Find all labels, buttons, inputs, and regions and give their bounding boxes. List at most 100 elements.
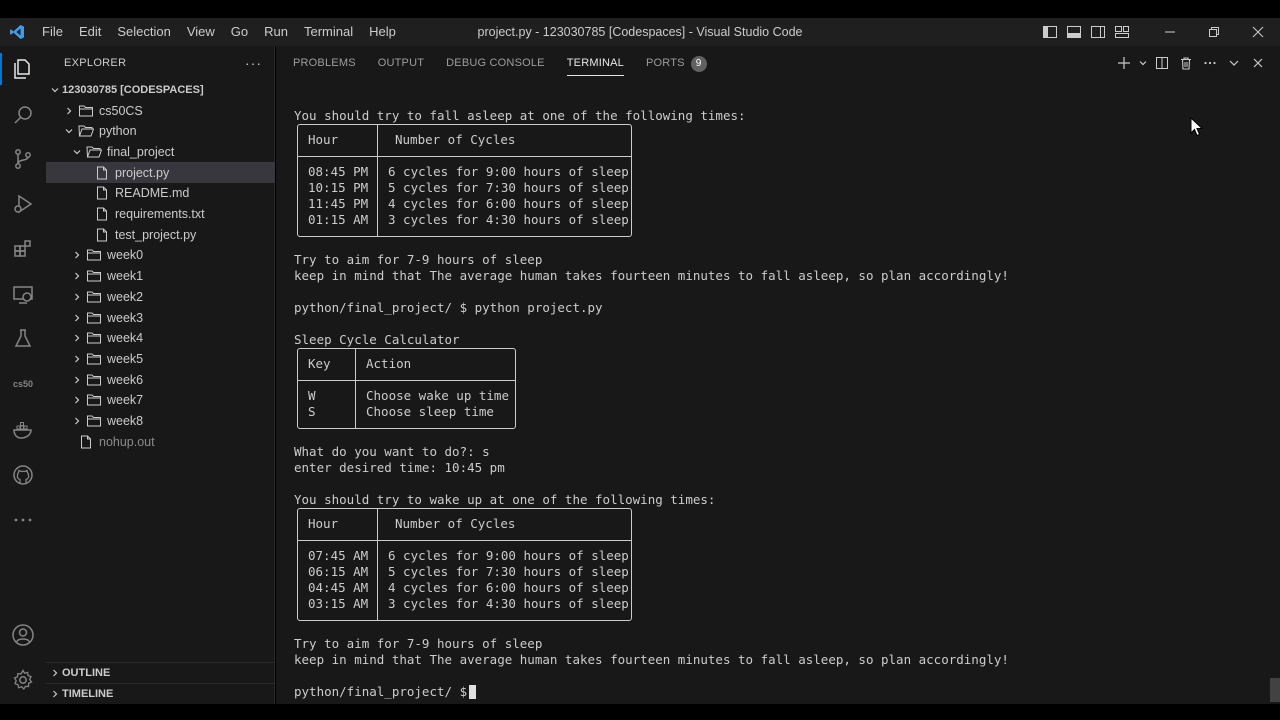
tab-problems[interactable]: PROBLEMS — [282, 46, 367, 80]
table-cell: W — [308, 388, 316, 403]
chevron-right-icon — [70, 369, 84, 390]
table-cell: 04:45 AM — [308, 580, 369, 595]
table-cell: 01:15 AM — [308, 212, 369, 227]
more-actions-icon[interactable] — [1198, 46, 1222, 80]
folder-icon — [86, 247, 102, 263]
file-item[interactable]: requirements.txt — [46, 204, 275, 225]
file-icon — [94, 165, 110, 181]
explorer-icon[interactable] — [0, 49, 46, 89]
tree-item-label: nohup.out — [99, 434, 155, 449]
search-icon[interactable] — [0, 95, 46, 135]
file-item[interactable]: README.md — [46, 183, 275, 204]
menu-file[interactable]: File — [34, 18, 71, 46]
source-control-icon[interactable] — [0, 139, 46, 179]
wake-times-table: Hour Number of Cycles 07:45 AM 6 cycles … — [297, 508, 632, 621]
mouse-pointer-icon — [1190, 116, 1204, 140]
explorer-title: EXPLORER — [64, 57, 127, 69]
folder-item[interactable]: week0 — [46, 245, 275, 266]
tab-debug-console[interactable]: DEBUG CONSOLE — [435, 46, 556, 80]
minimize-icon[interactable] — [1148, 18, 1192, 46]
menu-help[interactable]: Help — [361, 18, 404, 46]
terminal-line: keep in mind that The average human take… — [294, 652, 1009, 667]
workspace-root[interactable]: 123030785 [CODESPACES] — [46, 79, 275, 100]
toggle-primary-sidebar-icon[interactable] — [1038, 18, 1062, 46]
terminal-line: keep in mind that The average human take… — [294, 268, 1009, 283]
new-terminal-icon[interactable] — [1112, 46, 1136, 80]
tab-output[interactable]: OUTPUT — [367, 46, 435, 80]
vscode-logo-icon — [0, 18, 34, 46]
run-debug-icon[interactable] — [0, 184, 46, 224]
outline-section[interactable]: OUTLINE — [46, 662, 275, 683]
maximize-panel-chevron-icon[interactable] — [1222, 46, 1246, 80]
folder-icon — [86, 413, 102, 429]
menu-go[interactable]: Go — [223, 18, 256, 46]
menu-run[interactable]: Run — [256, 18, 296, 46]
terminal-prompt-line: python/final_project/ $ — [294, 684, 475, 699]
folder-item[interactable]: week8 — [46, 411, 275, 432]
file-item[interactable]: test_project.py — [46, 224, 275, 245]
terminal-line: Sleep Cycle Calculator — [294, 332, 460, 347]
menu-terminal[interactable]: Terminal — [296, 18, 361, 46]
folder-item[interactable]: final_project — [46, 141, 275, 162]
folder-item[interactable]: python — [46, 121, 275, 142]
customize-layout-icon[interactable] — [1110, 18, 1134, 46]
file-item[interactable]: project.py — [46, 162, 275, 184]
remote-explorer-icon[interactable] — [0, 275, 46, 315]
folder-item[interactable]: week5 — [46, 348, 275, 369]
folder-item[interactable]: week1 — [46, 266, 275, 287]
close-panel-icon[interactable] — [1246, 46, 1270, 80]
chevron-down-icon[interactable] — [1136, 46, 1150, 80]
accounts-icon[interactable] — [0, 615, 46, 655]
table-cell: 07:45 AM — [308, 548, 369, 563]
chevron-right-icon — [70, 390, 84, 411]
folder-item[interactable]: week3 — [46, 307, 275, 328]
chevron-right-icon — [70, 266, 84, 287]
more-icon[interactable] — [0, 500, 46, 540]
tree-item-label: cs50CS — [99, 103, 143, 118]
tree-item-label: week4 — [107, 331, 144, 346]
timeline-section[interactable]: TIMELINE — [46, 683, 275, 704]
testing-icon[interactable] — [0, 319, 46, 359]
explorer-more-actions-icon[interactable]: ··· — [245, 55, 262, 71]
folder-item[interactable]: week4 — [46, 328, 275, 349]
table-cell: 3 cycles for 4:30 hours of sleep — [388, 596, 629, 611]
panel: PROBLEMS OUTPUT DEBUG CONSOLE TERMINAL P… — [276, 46, 1280, 704]
terminal-line: Try to aim for 7-9 hours of sleep — [294, 252, 543, 267]
folder-item[interactable]: week6 — [46, 369, 275, 390]
toggle-secondary-sidebar-icon[interactable] — [1086, 18, 1110, 46]
tree-item-label: week1 — [107, 269, 144, 284]
manage-gear-icon[interactable] — [0, 660, 46, 700]
cs50-icon[interactable]: cs50 — [0, 364, 46, 404]
menu-view[interactable]: View — [179, 18, 223, 46]
github-icon[interactable] — [0, 455, 46, 495]
table-header: Action — [366, 356, 412, 371]
menu-selection[interactable]: Selection — [109, 18, 178, 46]
kill-terminal-trash-icon[interactable] — [1174, 46, 1198, 80]
extensions-icon[interactable] — [0, 229, 46, 269]
chevron-right-icon — [48, 663, 62, 684]
file-item[interactable]: nohup.out — [46, 431, 275, 452]
menu-edit[interactable]: Edit — [71, 18, 109, 46]
chevron-right-icon — [70, 328, 84, 349]
folder-item[interactable]: cs50CS — [46, 100, 275, 121]
table-cell: S — [308, 404, 316, 419]
terminal-scrollbar[interactable] — [1270, 678, 1280, 702]
docker-icon[interactable] — [0, 410, 46, 450]
video-letterbox-top — [0, 0, 1280, 18]
restore-icon[interactable] — [1192, 18, 1236, 46]
chevron-right-icon — [70, 411, 84, 432]
folder-icon — [86, 330, 102, 346]
tree-item-label: test_project.py — [115, 227, 197, 242]
outline-label: OUTLINE — [62, 667, 111, 679]
split-terminal-icon[interactable] — [1150, 46, 1174, 80]
folder-item[interactable]: week7 — [46, 390, 275, 411]
folder-icon — [86, 351, 102, 367]
action-menu-table: Key Action W Choose wake up time S Choos… — [297, 348, 516, 429]
tree-item-label: week5 — [107, 351, 144, 366]
folder-item[interactable]: week2 — [46, 286, 275, 307]
tab-ports[interactable]: PORTS 9 — [635, 46, 718, 80]
toggle-panel-icon[interactable] — [1062, 18, 1086, 46]
workspace-root-label: 123030785 [CODESPACES] — [62, 83, 204, 96]
close-window-icon[interactable] — [1236, 18, 1280, 46]
tab-terminal[interactable]: TERMINAL — [556, 46, 635, 80]
